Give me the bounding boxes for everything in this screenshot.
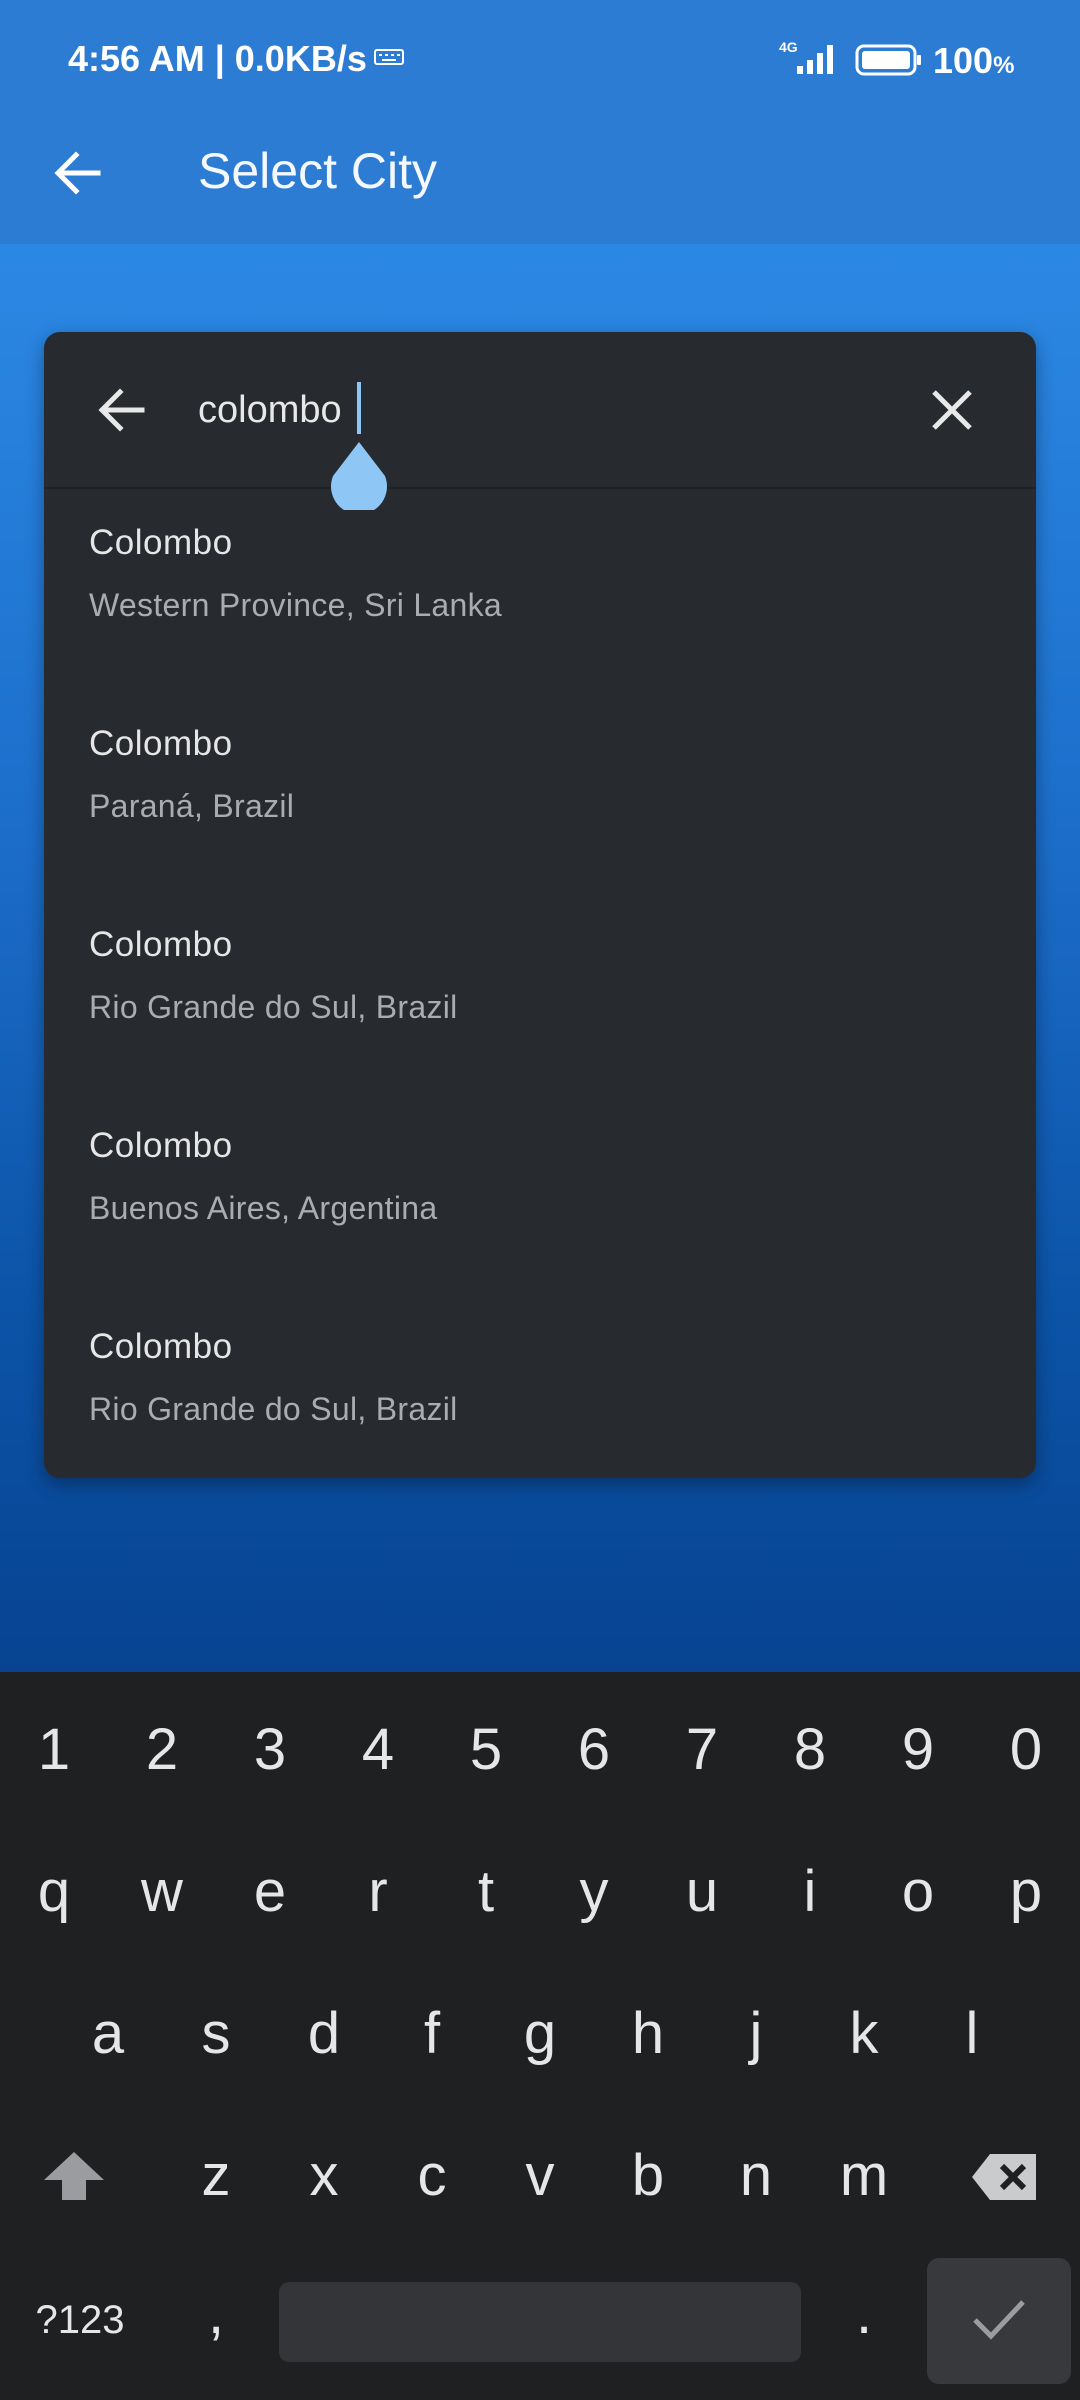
list-item[interactable]: Colombo Western Province, Sri Lanka xyxy=(44,487,1036,688)
text-cursor xyxy=(357,382,361,434)
key[interactable]: x xyxy=(278,2126,370,2226)
key[interactable]: a xyxy=(62,1984,154,2084)
result-subtitle: Paraná, Brazil xyxy=(89,788,295,824)
list-item[interactable]: Colombo Paraná, Brazil xyxy=(44,688,1036,889)
key[interactable]: p xyxy=(980,1842,1072,1942)
list-item[interactable]: Colombo Rio Grande do Sul, Brazil xyxy=(44,1291,1036,1478)
result-title: Colombo xyxy=(89,1126,233,1165)
key[interactable]: 4 xyxy=(332,1700,424,1800)
results-list: Colombo Western Province, Sri Lanka Colo… xyxy=(44,487,1036,1478)
result-title: Colombo xyxy=(89,925,233,964)
back-arrow-icon[interactable] xyxy=(50,145,106,201)
key[interactable]: w xyxy=(116,1842,208,1942)
key[interactable]: 8 xyxy=(764,1700,856,1800)
list-item[interactable]: Colombo Rio Grande do Sul, Brazil xyxy=(44,889,1036,1090)
status-bar: 4:56 AM | 0.0KB/s 4G 100% xyxy=(0,0,1080,120)
enter-key[interactable] xyxy=(927,2258,1071,2384)
key[interactable]: s xyxy=(170,1984,262,2084)
key[interactable]: q xyxy=(8,1842,100,1942)
result-subtitle: Buenos Aires, Argentina xyxy=(89,1190,438,1226)
keyboard-icon xyxy=(374,49,404,65)
key[interactable]: j xyxy=(710,1984,802,2084)
check-icon xyxy=(973,2300,1025,2340)
result-title: Colombo xyxy=(89,523,233,562)
search-back-arrow-icon[interactable] xyxy=(94,382,150,438)
network-type-label: 4G xyxy=(779,39,798,55)
key[interactable]: u xyxy=(656,1842,748,1942)
key[interactable]: z xyxy=(170,2126,262,2226)
page-title: Select City xyxy=(198,143,437,199)
key[interactable]: e xyxy=(224,1842,316,1942)
symbols-key[interactable]: ?123 xyxy=(20,2270,140,2370)
comma-key[interactable]: , xyxy=(170,2264,262,2364)
key[interactable]: 0 xyxy=(980,1700,1072,1800)
key[interactable]: g xyxy=(494,1984,586,2084)
key[interactable]: 3 xyxy=(224,1700,316,1800)
on-screen-keyboard: 1 2 3 4 5 6 7 8 9 0 q w e r t y u i o p … xyxy=(0,1672,1080,2400)
battery-icon xyxy=(855,44,921,76)
signal-icon: 4G xyxy=(779,39,833,74)
result-title: Colombo xyxy=(89,724,233,763)
key[interactable]: b xyxy=(602,2126,694,2226)
key[interactable]: k xyxy=(818,1984,910,2084)
key[interactable]: 7 xyxy=(656,1700,748,1800)
key[interactable]: m xyxy=(818,2126,910,2226)
key[interactable]: y xyxy=(548,1842,640,1942)
result-subtitle: Rio Grande do Sul, Brazil xyxy=(89,989,458,1025)
search-input[interactable] xyxy=(198,370,818,450)
close-icon[interactable] xyxy=(924,382,980,438)
key[interactable]: f xyxy=(386,1984,478,2084)
key[interactable]: l xyxy=(926,1984,1018,2084)
period-key[interactable]: . xyxy=(818,2264,910,2364)
app-bar: Select City xyxy=(0,120,1080,244)
key[interactable]: c xyxy=(386,2126,478,2226)
key[interactable]: 6 xyxy=(548,1700,640,1800)
battery-percent: 100% xyxy=(933,40,1015,81)
result-title: Colombo xyxy=(89,1327,233,1366)
key[interactable]: 1 xyxy=(8,1700,100,1800)
shift-icon[interactable] xyxy=(40,2148,108,2204)
key[interactable]: d xyxy=(278,1984,370,2084)
key[interactable]: v xyxy=(494,2126,586,2226)
key[interactable]: h xyxy=(602,1984,694,2084)
key[interactable]: n xyxy=(710,2126,802,2226)
key[interactable]: 2 xyxy=(116,1700,208,1800)
result-subtitle: Rio Grande do Sul, Brazil xyxy=(89,1391,458,1427)
key[interactable]: o xyxy=(872,1842,964,1942)
key[interactable]: t xyxy=(440,1842,532,1942)
key[interactable]: 9 xyxy=(872,1700,964,1800)
search-bar xyxy=(44,332,1036,510)
result-subtitle: Western Province, Sri Lanka xyxy=(89,587,503,623)
search-card: Colombo Western Province, Sri Lanka Colo… xyxy=(44,332,1036,1478)
backspace-icon[interactable] xyxy=(970,2152,1040,2202)
key[interactable]: i xyxy=(764,1842,856,1942)
space-bar[interactable] xyxy=(279,2282,801,2362)
key[interactable]: 5 xyxy=(440,1700,532,1800)
status-time: 4:56 AM | 0.0KB/s xyxy=(68,38,367,79)
list-item[interactable]: Colombo Buenos Aires, Argentina xyxy=(44,1090,1036,1291)
key[interactable]: r xyxy=(332,1842,424,1942)
